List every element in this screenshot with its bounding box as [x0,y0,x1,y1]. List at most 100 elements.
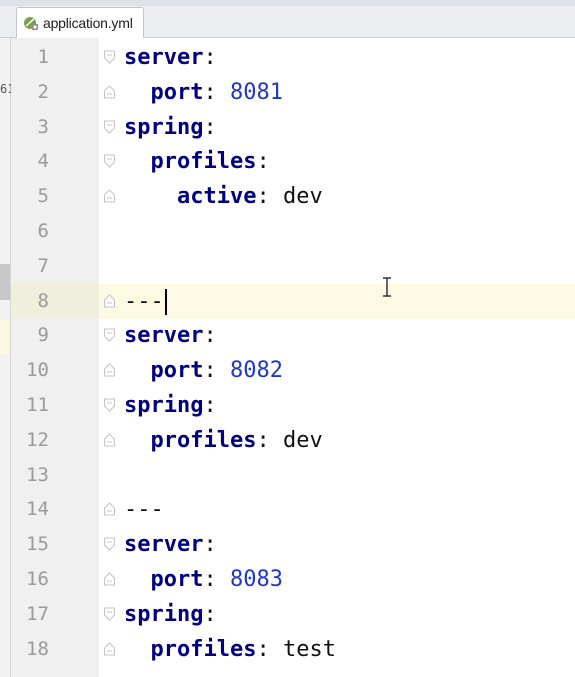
yaml-value: 8082 [229,358,283,384]
code-line[interactable]: 9 server: [0,318,575,354]
yaml-value: 8083 [229,567,283,592]
line-number: 1 [37,46,49,68]
code-text: server: [124,527,217,562]
code-text: spring: [124,597,217,632]
code-text: profiles: [124,144,270,179]
code-line[interactable]: 1 server: [0,40,575,75]
code-text: port: 8083 [124,562,283,597]
yaml-key: active [176,184,257,210]
yaml-key: spring [124,601,204,627]
key-separator: : [203,358,230,384]
code-text: --- [124,284,167,319]
key-separator: : [203,567,230,592]
code-text: spring: [124,388,217,423]
fold-start-icon[interactable] [103,50,116,64]
fold-end-icon[interactable] [103,641,116,656]
yaml-key: server [124,532,204,558]
yaml-key: port [150,79,204,105]
key-separator: : [203,79,230,105]
tab-application-yml[interactable]: application.yml [16,7,144,38]
code-line[interactable]: 15 server: [0,527,575,563]
yaml-key: port [150,567,204,592]
line-number: 3 [37,115,49,138]
line-number: 18 [26,637,49,660]
code-line[interactable]: 17 spring: [0,596,575,632]
key-separator: : [203,601,217,627]
tab-bar-top-strip [0,0,575,6]
key-separator: : [256,427,283,453]
key-separator: : [203,323,217,349]
yaml-leaf-icon [23,15,39,31]
line-number: 11 [26,394,49,416]
yaml-key: profiles [150,636,257,662]
line-number: 15 [26,533,49,556]
yaml-value: dev [282,427,323,453]
code-text: server: [124,40,217,75]
yaml-key: port [150,358,204,384]
line-number: 14 [26,498,49,521]
yaml-key: spring [124,393,204,418]
code-text: profiles: dev [124,423,323,458]
line-number: 8 [37,289,49,312]
fold-start-icon[interactable] [103,398,116,412]
fold-start-icon[interactable] [103,328,116,343]
code-line[interactable]: 13 [0,457,575,493]
line-number: 6 [37,220,49,242]
fold-start-icon[interactable] [103,537,116,551]
key-separator: : [256,636,283,662]
line-background [99,249,575,284]
line-number: 12 [26,428,49,451]
fold-end-icon[interactable] [103,189,116,203]
code-line[interactable]: 8 --- [0,283,575,319]
code-line[interactable]: 10 port: 8082 [0,353,575,389]
code-line[interactable]: 2 port: 8081 [0,74,575,110]
code-line[interactable]: 18 profiles: test [0,631,575,667]
text-cursor-icon [383,277,391,297]
code-line[interactable]: 6 [0,214,575,249]
fold-end-icon[interactable] [103,293,116,308]
document-separator: --- [124,497,164,523]
yaml-key: server [124,45,204,70]
text-caret [164,288,167,315]
code-line[interactable]: 3 spring: [0,109,575,145]
line-background [99,214,575,249]
key-separator: : [203,114,217,140]
fold-end-icon[interactable] [103,502,116,516]
yaml-value: 8081 [229,79,283,105]
fold-start-icon[interactable] [103,607,116,621]
line-number: 13 [26,463,49,486]
code-text: profiles: test [124,632,336,667]
yaml-key: profiles [150,149,257,175]
code-text: active: dev [124,179,323,214]
yaml-key: spring [124,114,204,140]
fold-end-icon[interactable] [103,85,116,99]
code-line[interactable]: 7 [0,248,575,284]
code-line[interactable]: 4 profiles: [0,144,575,180]
fold-end-icon[interactable] [103,363,116,377]
code-line[interactable]: 16 port: 8083 [0,562,575,597]
fold-start-icon[interactable] [103,154,116,169]
fold-end-icon[interactable] [103,572,116,586]
line-number: 7 [37,254,49,277]
line-number: 2 [37,80,49,103]
line-background [99,283,575,319]
code-line[interactable]: 11 spring: [0,388,575,423]
fold-end-icon[interactable] [103,433,116,447]
key-separator: : [256,149,270,175]
editor-tab-bar: application.yml [0,0,575,38]
code-line[interactable]: 14 --- [0,492,575,528]
fold-start-icon[interactable] [103,120,116,134]
tab-label: application.yml [43,15,133,31]
code-line[interactable]: 5 active: dev [0,179,575,215]
code-text: server: [124,318,217,353]
code-line[interactable]: 12 profiles: dev [0,422,575,458]
key-separator: : [203,393,217,418]
line-number: 16 [26,568,49,590]
yaml-value: dev [282,184,323,210]
line-number: 4 [37,150,49,173]
